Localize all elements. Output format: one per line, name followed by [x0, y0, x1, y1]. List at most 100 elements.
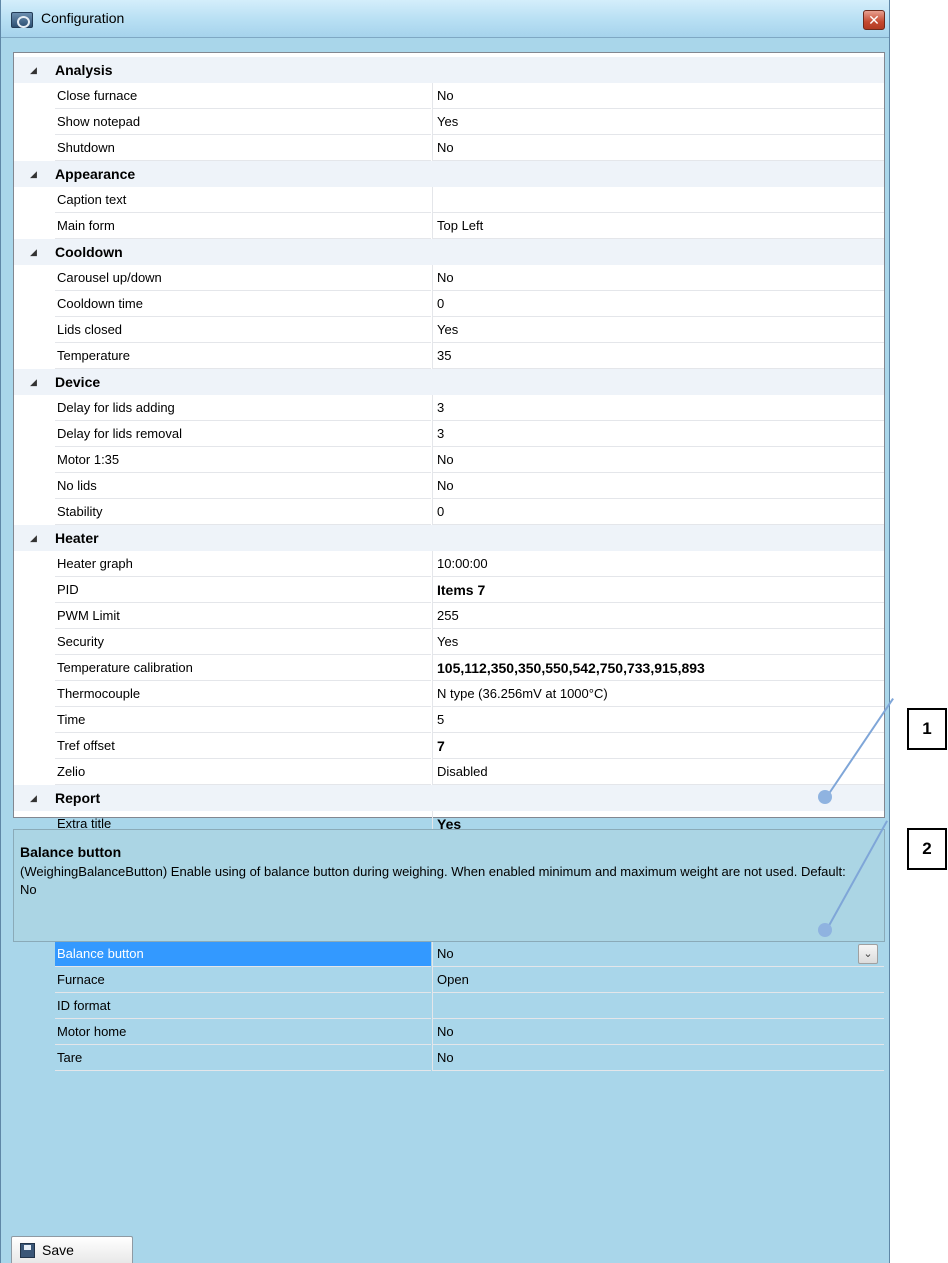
property-value[interactable]: Open [432, 967, 884, 993]
property-value[interactable]: No [432, 83, 884, 109]
property-value[interactable]: 7 [432, 733, 884, 759]
property-row[interactable]: Tare No [14, 1045, 884, 1071]
property-name[interactable]: Heater graph [55, 551, 431, 577]
category-row-analysis[interactable]: ◢ Analysis [14, 57, 884, 83]
property-row[interactable]: PWM Limit 255 [14, 603, 884, 629]
property-name[interactable]: ID format [55, 993, 431, 1019]
collapse-triangle-icon[interactable]: ◢ [30, 525, 42, 551]
property-row[interactable]: Caption text [14, 187, 884, 213]
category-row-device[interactable]: ◢ Device [14, 369, 884, 395]
property-name[interactable]: Stability [55, 499, 431, 525]
property-row[interactable]: PID Items 7 [14, 577, 884, 603]
property-row[interactable]: Close furnace No [14, 83, 884, 109]
property-name[interactable]: Balance button [55, 941, 431, 967]
property-row[interactable]: Carousel up/down No [14, 265, 884, 291]
collapse-triangle-icon[interactable]: ◢ [30, 369, 42, 395]
collapse-triangle-icon[interactable]: ◢ [30, 239, 42, 265]
property-grid[interactable]: ◢ Analysis Close furnace No Show notepad Yes S… [13, 52, 885, 1071]
property-row[interactable]: Show notepad Yes [14, 109, 884, 135]
property-row[interactable]: Temperature calibration 105,112,350,350,5… [14, 655, 884, 681]
property-name[interactable]: Caption text [55, 187, 431, 213]
property-name[interactable]: Delay for lids adding [55, 395, 431, 421]
property-name[interactable]: Zelio [55, 759, 431, 785]
property-name[interactable]: Lids closed [55, 317, 431, 343]
property-value[interactable]: 5 [432, 707, 884, 733]
property-value[interactable]: No [432, 265, 884, 291]
property-value[interactable]: Yes [432, 109, 884, 135]
property-row[interactable]: ID format [14, 993, 884, 1019]
property-row[interactable]: Furnace Open [14, 967, 884, 993]
save-button[interactable]: Save [11, 1236, 133, 1263]
property-row[interactable]: Lids closed Yes [14, 317, 884, 343]
property-value[interactable]: No [432, 1045, 884, 1071]
property-name[interactable]: Close furnace [55, 83, 431, 109]
property-row[interactable]: Shutdown No [14, 135, 884, 161]
property-value[interactable]: 255 [432, 603, 884, 629]
property-value[interactable]: 35 [432, 343, 884, 369]
property-value[interactable]: N type (36.256mV at 1000°C) [432, 681, 884, 707]
property-name[interactable]: Cooldown time [55, 291, 431, 317]
property-name[interactable]: Motor home [55, 1019, 431, 1045]
property-value[interactable]: 105,112,350,350,550,542,750,733,915,893 [432, 655, 884, 681]
property-name[interactable]: Shutdown [55, 135, 431, 161]
property-value[interactable]: No [432, 135, 884, 161]
property-value[interactable]: No [432, 1019, 884, 1045]
property-row[interactable]: Stability 0 [14, 499, 884, 525]
property-name[interactable]: Carousel up/down [55, 265, 431, 291]
property-value[interactable]: No [432, 447, 884, 473]
collapse-triangle-icon[interactable]: ◢ [30, 161, 42, 187]
property-name[interactable]: PID [55, 577, 431, 603]
category-row-heater[interactable]: ◢ Heater [14, 525, 884, 551]
property-row[interactable]: Zelio Disabled [14, 759, 884, 785]
close-button[interactable]: ✕ [863, 10, 885, 30]
property-row[interactable]: Main form Top Left [14, 213, 884, 239]
property-row[interactable]: Security Yes [14, 629, 884, 655]
property-name[interactable]: Motor 1:35 [55, 447, 431, 473]
property-name[interactable]: Temperature [55, 343, 431, 369]
property-value[interactable]: 3 [432, 421, 884, 447]
property-name[interactable]: Tref offset [55, 733, 431, 759]
property-row[interactable]: Heater graph 10:00:00 [14, 551, 884, 577]
property-value[interactable] [432, 187, 884, 213]
property-row[interactable]: Delay for lids removal 3 [14, 421, 884, 447]
property-value[interactable]: No [432, 941, 884, 967]
property-value[interactable] [432, 993, 884, 1019]
property-name[interactable]: Time [55, 707, 431, 733]
property-value[interactable]: 10:00:00 [432, 551, 884, 577]
property-value[interactable]: Yes [432, 317, 884, 343]
property-value[interactable]: Disabled [432, 759, 884, 785]
property-value[interactable]: Top Left [432, 213, 884, 239]
property-name[interactable]: No lids [55, 473, 431, 499]
property-row[interactable]: Thermocouple N type (36.256mV at 1000°C) [14, 681, 884, 707]
property-row[interactable]: Temperature 35 [14, 343, 884, 369]
property-name[interactable]: Main form [55, 213, 431, 239]
property-name[interactable]: Security [55, 629, 431, 655]
property-name[interactable]: Furnace [55, 967, 431, 993]
category-row-cooldown[interactable]: ◢ Cooldown [14, 239, 884, 265]
property-row[interactable]: Motor 1:35 No [14, 447, 884, 473]
property-row[interactable]: Tref offset 7 [14, 733, 884, 759]
property-value[interactable]: 0 [432, 499, 884, 525]
property-name[interactable]: Temperature calibration [55, 655, 431, 681]
property-name[interactable]: Delay for lids removal [55, 421, 431, 447]
property-name[interactable]: Thermocouple [55, 681, 431, 707]
property-row[interactable]: Balance button No ⌄ [14, 941, 884, 967]
property-value[interactable]: 3 [432, 395, 884, 421]
property-row[interactable]: Time 5 [14, 707, 884, 733]
property-value[interactable]: 0 [432, 291, 884, 317]
property-name[interactable]: PWM Limit [55, 603, 431, 629]
property-row[interactable]: Cooldown time 0 [14, 291, 884, 317]
property-row[interactable]: No lids No [14, 473, 884, 499]
property-row[interactable]: Motor home No [14, 1019, 884, 1045]
collapse-triangle-icon[interactable]: ◢ [30, 57, 42, 83]
category-row-report[interactable]: ◢ Report [14, 785, 884, 811]
property-name[interactable]: Tare [55, 1045, 431, 1071]
collapse-triangle-icon[interactable]: ◢ [30, 785, 42, 811]
property-row[interactable]: Delay for lids adding 3 [14, 395, 884, 421]
category-row-appearance[interactable]: ◢ Appearance [14, 161, 884, 187]
property-value[interactable]: No [432, 473, 884, 499]
dropdown-arrow-icon[interactable]: ⌄ [858, 944, 878, 964]
property-name[interactable]: Show notepad [55, 109, 431, 135]
property-value[interactable]: Yes [432, 629, 884, 655]
property-value[interactable]: Items 7 [432, 577, 884, 603]
